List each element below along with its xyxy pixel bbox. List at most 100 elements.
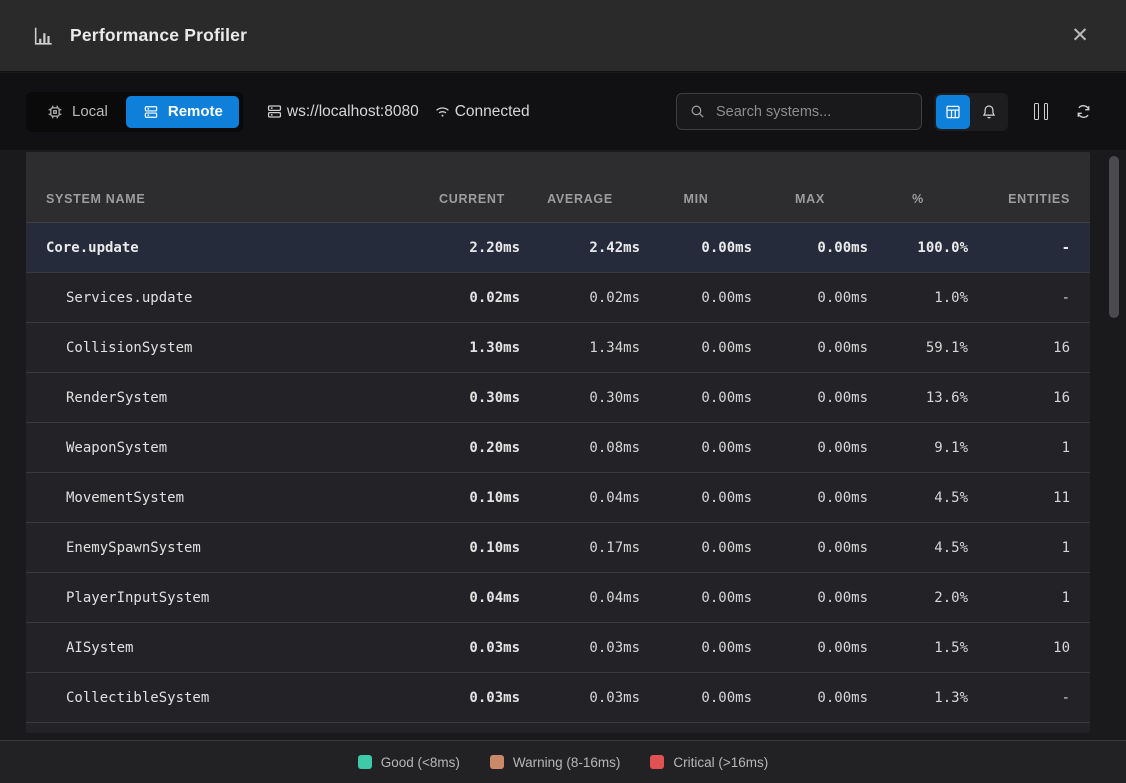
- alerts-button[interactable]: [972, 95, 1006, 129]
- cell-min: 0.00ms: [640, 540, 752, 556]
- table-row[interactable]: AISystem0.03ms0.03ms0.00ms0.00ms1.5%10: [26, 623, 1090, 673]
- cell-max: 0.00ms: [752, 590, 868, 606]
- cell-min: 0.00ms: [640, 690, 752, 706]
- column-header-average[interactable]: AVERAGE: [520, 192, 640, 206]
- search-box: [676, 93, 922, 130]
- view-button-group: [934, 93, 1008, 131]
- legend-item: Warning (8-16ms): [490, 755, 621, 770]
- cell-average: 0.08ms: [520, 440, 640, 456]
- cell-current: 0.20ms: [424, 440, 520, 456]
- cell-max: 0.00ms: [752, 490, 868, 506]
- cell-name: WeaponSystem: [46, 440, 424, 456]
- cell-average: 2.42ms: [520, 240, 640, 256]
- close-icon[interactable]: ✕: [1066, 22, 1094, 50]
- cell-name: Core.update: [46, 240, 424, 256]
- table-row[interactable]: MovementSystem0.10ms0.04ms0.00ms0.00ms4.…: [26, 473, 1090, 523]
- cell-entities: 1: [968, 440, 1070, 456]
- cell-entities: 16: [968, 390, 1070, 406]
- column-header-min[interactable]: MIN: [640, 192, 752, 206]
- cell-name: RenderSystem: [46, 390, 424, 406]
- pause-button[interactable]: [1024, 95, 1058, 129]
- cell-max: 0.00ms: [752, 690, 868, 706]
- search-input[interactable]: [716, 104, 909, 120]
- cell-current: 0.10ms: [424, 490, 520, 506]
- cell-average: 1.34ms: [520, 340, 640, 356]
- table-row[interactable]: Services.update0.02ms0.02ms0.00ms0.00ms1…: [26, 273, 1090, 323]
- connection-url-group: ws://localhost:8080: [265, 102, 419, 121]
- cell-max: 0.00ms: [752, 240, 868, 256]
- connection-info: ws://localhost:8080 Connected: [265, 102, 530, 121]
- table-row[interactable]: RenderSystem0.30ms0.30ms0.00ms0.00ms13.6…: [26, 373, 1090, 423]
- column-header-entities[interactable]: ENTITIES: [968, 192, 1070, 206]
- cell-current: 1.30ms: [424, 340, 520, 356]
- column-header-percent[interactable]: %: [868, 192, 968, 206]
- server-icon: [142, 103, 160, 121]
- cell-min: 0.00ms: [640, 240, 752, 256]
- performance-profiler-window: Performance Profiler ✕ Local: [0, 0, 1126, 783]
- local-mode-button[interactable]: Local: [30, 96, 124, 128]
- cell-average: 0.04ms: [520, 590, 640, 606]
- table-row[interactable]: CollisionSystem1.30ms1.34ms0.00ms0.00ms5…: [26, 323, 1090, 373]
- cell-average: 0.03ms: [520, 690, 640, 706]
- legend-label: Warning (8-16ms): [513, 755, 621, 770]
- vertical-scrollbar-thumb[interactable]: [1109, 156, 1119, 318]
- cell-percent: 4.5%: [868, 490, 968, 506]
- refresh-button[interactable]: [1066, 95, 1100, 129]
- cell-current: 0.02ms: [424, 290, 520, 306]
- cell-current: 0.03ms: [424, 640, 520, 656]
- local-mode-label: Local: [72, 103, 108, 120]
- server-icon: [265, 102, 284, 121]
- column-header-max[interactable]: MAX: [752, 192, 868, 206]
- cell-entities: -: [968, 240, 1070, 256]
- legend-label: Good (<8ms): [381, 755, 460, 770]
- table-header: SYSTEM NAME CURRENT AVERAGE MIN MAX % EN…: [26, 152, 1090, 223]
- cell-percent: 1.5%: [868, 640, 968, 656]
- table-row[interactable]: PlayerInputSystem0.04ms0.04ms0.00ms0.00m…: [26, 573, 1090, 623]
- cell-max: 0.00ms: [752, 290, 868, 306]
- cell-max: 0.00ms: [752, 640, 868, 656]
- cell-percent: 2.0%: [868, 590, 968, 606]
- cell-percent: 1.0%: [868, 290, 968, 306]
- cell-entities: 10: [968, 640, 1070, 656]
- column-header-system-name[interactable]: SYSTEM NAME: [46, 192, 424, 206]
- cpu-chip-icon: [46, 103, 64, 121]
- legend-swatch-icon: [490, 755, 504, 769]
- cell-current: 0.10ms: [424, 540, 520, 556]
- cell-entities: -: [968, 690, 1070, 706]
- cell-name: PlayerInputSystem: [46, 590, 424, 606]
- cell-name: Services.update: [46, 290, 424, 306]
- remote-mode-button[interactable]: Remote: [126, 96, 239, 128]
- cell-name: CollectibleSystem: [46, 690, 424, 706]
- connection-status: Connected: [455, 103, 530, 121]
- connection-status-group: Connected: [433, 102, 530, 121]
- legend-label: Critical (>16ms): [673, 755, 768, 770]
- table-row[interactable]: Core.update2.20ms2.42ms0.00ms0.00ms100.0…: [26, 223, 1090, 273]
- cell-min: 0.00ms: [640, 490, 752, 506]
- search-icon: [689, 103, 706, 120]
- cell-max: 0.00ms: [752, 440, 868, 456]
- mode-segmented-control: Local Remote: [26, 92, 243, 132]
- cell-percent: 100.0%: [868, 240, 968, 256]
- cell-max: 0.00ms: [752, 540, 868, 556]
- cell-entities: -: [968, 290, 1070, 306]
- refresh-icon: [1074, 102, 1093, 121]
- legend-item: Critical (>16ms): [650, 755, 768, 770]
- cell-entities: 1: [968, 540, 1070, 556]
- cell-entities: 16: [968, 340, 1070, 356]
- cell-average: 0.03ms: [520, 640, 640, 656]
- table-row[interactable]: EnemySpawnSystem0.10ms0.17ms0.00ms0.00ms…: [26, 523, 1090, 573]
- table-row[interactable]: CollectibleSystem0.03ms0.03ms0.00ms0.00m…: [26, 673, 1090, 723]
- table-body: Core.update2.20ms2.42ms0.00ms0.00ms100.0…: [26, 223, 1090, 723]
- column-header-current[interactable]: CURRENT: [424, 192, 520, 206]
- cell-current: 0.30ms: [424, 390, 520, 406]
- cell-name: MovementSystem: [46, 490, 424, 506]
- cell-name: AISystem: [46, 640, 424, 656]
- table-view-button[interactable]: [936, 95, 970, 129]
- cell-entities: 11: [968, 490, 1070, 506]
- cell-average: 0.04ms: [520, 490, 640, 506]
- table-grid-icon: [944, 103, 962, 121]
- systems-table: SYSTEM NAME CURRENT AVERAGE MIN MAX % EN…: [26, 152, 1090, 733]
- toolbar: Local Remote: [0, 73, 1126, 150]
- title-bar: Performance Profiler ✕: [0, 0, 1126, 72]
- table-row[interactable]: WeaponSystem0.20ms0.08ms0.00ms0.00ms9.1%…: [26, 423, 1090, 473]
